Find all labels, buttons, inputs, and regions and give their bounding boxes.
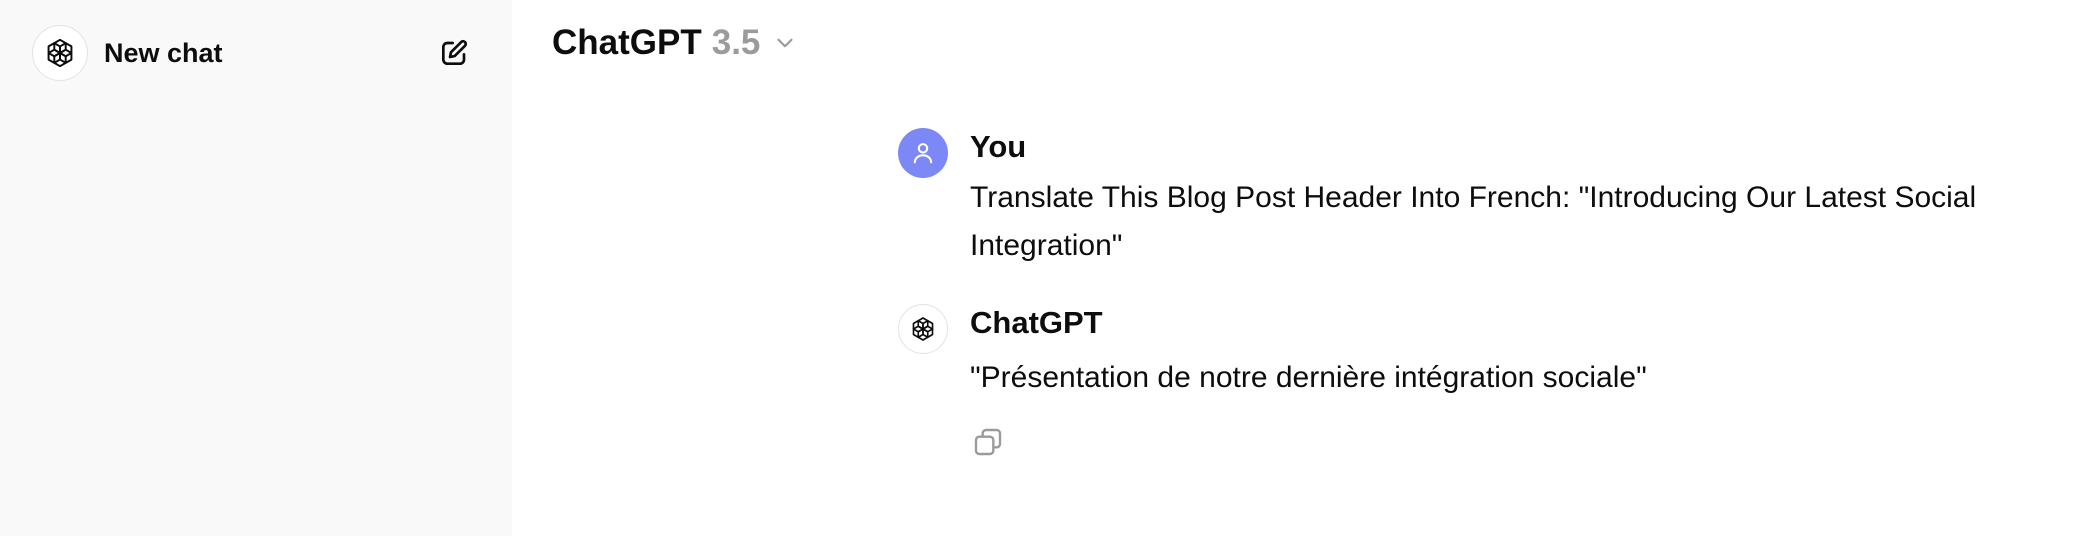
copy-icon[interactable] <box>970 424 1006 460</box>
user-message: You Translate This Blog Post Header Into… <box>898 128 1998 270</box>
message-author: ChatGPT <box>970 305 1103 340</box>
openai-logo-icon <box>898 304 948 354</box>
model-version: 3.5 <box>711 23 761 62</box>
edit-icon[interactable] <box>432 31 476 75</box>
model-selector[interactable]: ChatGPT 3.5 <box>552 18 798 68</box>
new-chat-button[interactable]: New chat <box>20 18 480 88</box>
openai-logo-icon <box>32 25 88 81</box>
message-text: Translate This Blog Post Header Into Fre… <box>970 181 1977 262</box>
model-name: ChatGPT <box>552 23 702 62</box>
message-body: ChatGPT "Présentation de notre dernière … <box>970 304 1998 460</box>
assistant-message: ChatGPT "Présentation de notre dernière … <box>898 304 1998 460</box>
user-icon <box>898 128 948 178</box>
chevron-down-icon <box>772 30 798 56</box>
message-author: You <box>970 129 1027 164</box>
app-window: New chat ChatGPT 3.5 You Translate This … <box>0 0 2090 536</box>
message-body: You Translate This Blog Post Header Into… <box>970 128 1998 270</box>
chat-main: ChatGPT 3.5 You Translate This Blog Post… <box>512 0 2090 536</box>
message-text: "Présentation de notre dernière intégrat… <box>970 361 1647 394</box>
new-chat-label: New chat <box>104 37 223 68</box>
sidebar: New chat <box>0 0 512 536</box>
